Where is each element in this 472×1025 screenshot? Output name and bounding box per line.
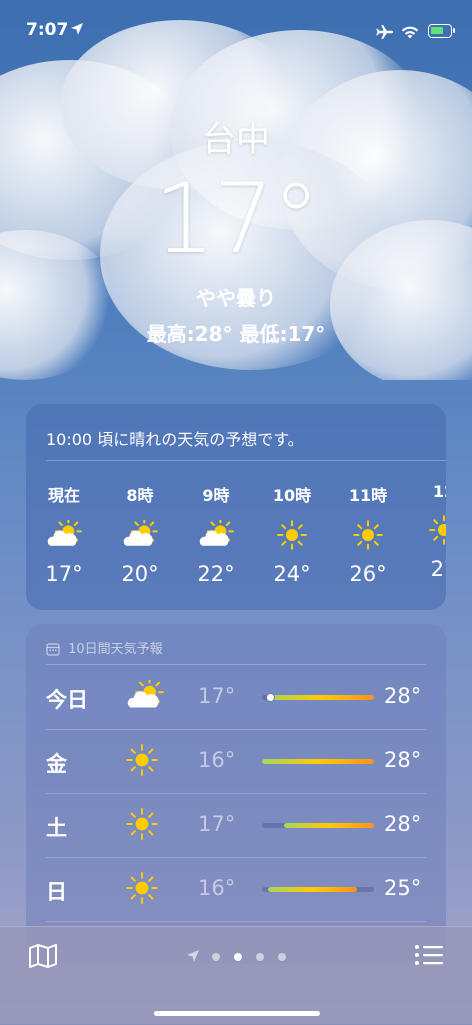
city-name: 台中 [202,120,270,160]
daily-forecast-card[interactable]: 10日間天気予報 今日 17° 28° 金 16° 28° 土 17° 28° … [26,624,446,964]
page-dot[interactable] [212,953,220,961]
hour-temperature: 22° [197,562,235,586]
partly-cloudy-icon [127,677,164,708]
hour-temperature: 24° [273,562,311,586]
sun-icon [126,808,158,840]
day-weather-icon [126,808,158,844]
hour-item: 12 27 [414,482,446,581]
hour-temperature: 20° [121,562,159,586]
hour-label: 12 [432,482,446,501]
daily-row: 金 16° 28° [26,730,446,794]
battery-icon [428,24,455,38]
temperature-range-bar [267,695,374,700]
divider [46,664,426,665]
wifi-icon [401,26,419,39]
partly-cloudy-icon [123,517,158,546]
sun-icon [353,520,383,550]
hour-item: 11時 26° [338,482,398,586]
hour-label: 9時 [202,486,230,505]
day-label: 日 [46,880,67,904]
temperature-range-track [262,887,374,892]
temperature-range-bar [284,823,374,828]
day-high-temperature: 25° [384,876,422,900]
hour-weather-icon [110,517,170,552]
temperature-range-bar [262,759,374,764]
day-label: 土 [46,816,67,840]
hour-temperature: 26° [349,562,387,586]
daily-row: 土 17° 28° [26,794,446,858]
hour-label: 10時 [272,486,312,505]
hour-weather-icon [262,520,322,552]
page-dot[interactable] [256,953,264,961]
day-label: 金 [46,752,67,776]
hourly-forecast-card[interactable]: 10:00 頃に晴れの天気の予想です。 現在 17° 8時 20° 9時 22° 10… [26,404,446,610]
high-low-temperature: 最高:28° 最低:17° [146,322,326,346]
day-low-temperature: 16° [198,876,236,900]
current-temperature: 17° [153,163,320,275]
temperature-range-track [262,759,374,764]
hour-label: 8時 [126,486,154,505]
divider [46,460,446,461]
hour-item: 10時 24° [262,482,322,586]
current-location-arrow-icon[interactable] [186,949,200,963]
hour-temperature: 17° [45,562,83,586]
sun-icon [126,744,158,776]
hour-item: 8時 20° [110,482,170,586]
hour-item: 9時 22° [186,482,246,586]
temperature-range-bar [267,887,358,892]
day-weather-icon [126,744,158,780]
temperature-range-track [262,823,374,828]
daily-forecast-header: 10日間天気予報 [46,638,163,657]
location-arrow-icon [71,23,83,35]
hour-label: 現在 [47,486,80,505]
status-bar: 7:07 [0,0,472,64]
page-dot-active[interactable] [234,953,242,961]
day-high-temperature: 28° [384,684,422,708]
hour-weather-icon [186,517,246,552]
weather-condition: やや曇り [196,286,276,310]
status-time: 7:07 [26,20,69,40]
bottom-toolbar [0,926,472,1025]
hour-temperature: 27 [430,557,446,581]
page-dot[interactable] [278,953,286,961]
hour-label: 11時 [348,486,388,505]
daily-row: 今日 17° 28° [26,666,446,730]
hour-weather-icon [34,517,94,552]
partly-cloudy-icon [47,517,82,546]
airplane-icon [376,25,393,39]
temperature-range-track [262,693,374,702]
day-high-temperature: 28° [384,812,422,836]
row-separator [46,921,426,922]
hour-weather-icon [338,520,398,552]
sun-icon [277,520,307,550]
day-low-temperature: 17° [198,684,236,708]
forecast-summary: 10:00 頃に晴れの天気の予想です。 [46,430,304,449]
partly-cloudy-icon [199,517,234,546]
hour-weather-icon [414,515,446,547]
current-temp-marker [265,693,275,702]
day-high-temperature: 28° [384,748,422,772]
calendar-icon [46,643,60,656]
day-low-temperature: 16° [198,748,236,772]
day-label: 今日 [46,688,88,712]
map-icon[interactable] [28,943,58,969]
home-indicator[interactable] [154,1011,320,1016]
hour-item: 現在 17° [34,482,94,586]
daily-forecast-title: 10日間天気予報 [68,642,163,657]
sun-icon [429,515,446,545]
sun-icon [126,872,158,904]
day-weather-icon [126,872,158,908]
list-icon[interactable] [414,943,444,967]
daily-row: 日 16° 25° [26,858,446,922]
day-low-temperature: 17° [198,812,236,836]
day-weather-icon [126,677,164,716]
